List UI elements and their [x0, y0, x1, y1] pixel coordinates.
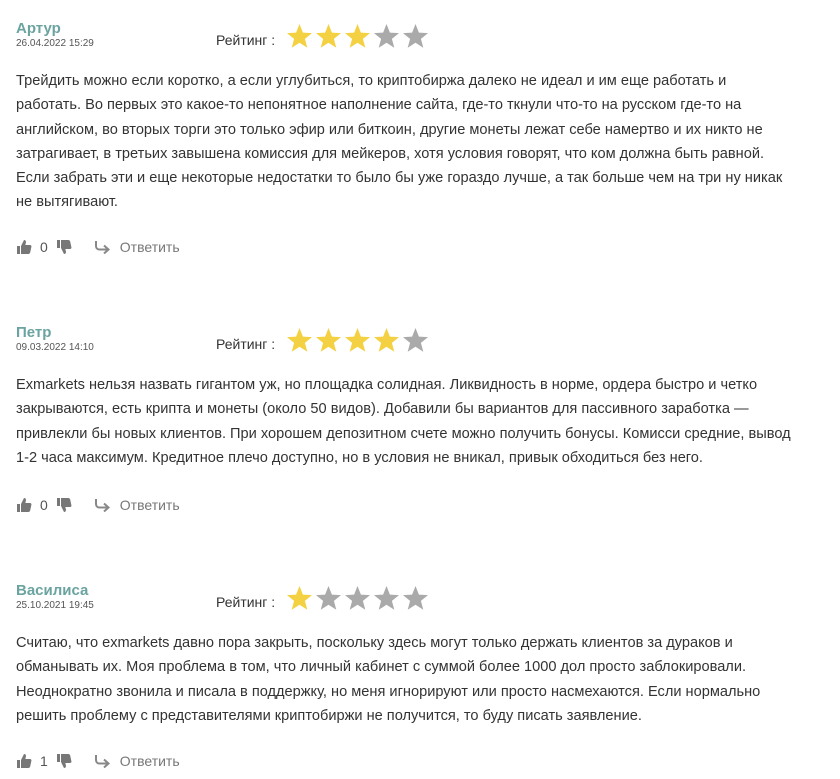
- review-date: 09.03.2022 14:10: [16, 342, 94, 353]
- like-count: 0: [40, 497, 48, 513]
- review-actions: 0 Ответить: [16, 495, 180, 515]
- thumbs-down-icon[interactable]: [56, 239, 72, 255]
- star-icon: [285, 584, 314, 614]
- star-icon: [285, 326, 314, 356]
- rating-label: Рейтинг :: [216, 336, 276, 352]
- review-text-line: Если забрать эти и еще некоторые недоста…: [16, 170, 783, 187]
- review-author: Петр: [16, 324, 52, 341]
- review-text-line: затрагивает, в третьих завышена комиссия…: [16, 145, 765, 162]
- star-icon: [401, 326, 430, 356]
- review-date: 25.10.2021 19:45: [16, 600, 94, 611]
- reply-button[interactable]: Ответить: [94, 753, 180, 769]
- star-icon: [401, 584, 430, 614]
- review-text-line: работать. Во первых это какое-то непонят…: [16, 97, 742, 114]
- reply-button[interactable]: Ответить: [94, 239, 180, 255]
- review-text-line: английском, во вторых торги это только э…: [16, 121, 763, 138]
- star-icon: [372, 584, 401, 614]
- review-text-line: закрываются, есть крипта и монеты (около…: [16, 401, 749, 418]
- review-text-line: обманывать их. Моя проблема в том, что л…: [16, 659, 747, 676]
- review-author: Василиса: [16, 582, 89, 599]
- rating-stars: [285, 326, 430, 358]
- review: Артур 26.04.2022 15:29 Рейтинг : Трейдит…: [16, 20, 832, 255]
- thumbs-up-icon[interactable]: [16, 753, 32, 769]
- review-header: Василиса 25.10.2021 19:45 Рейтинг :: [16, 582, 832, 622]
- thumbs-up-icon[interactable]: [16, 239, 32, 255]
- review-text-line: Трейдить можно если коротко, а если углу…: [16, 73, 727, 89]
- review: Петр 09.03.2022 14:10 Рейтинг : Exmarket…: [16, 324, 832, 513]
- reply-arrow-icon: [94, 240, 112, 255]
- star-icon: [285, 22, 314, 52]
- review-header: Артур 26.04.2022 15:29 Рейтинг :: [16, 20, 832, 60]
- rating-stars: [285, 584, 430, 616]
- star-icon: [343, 584, 372, 614]
- reply-arrow-icon: [94, 754, 112, 769]
- review-text: Трейдить можно если коротко, а если углу…: [16, 69, 832, 215]
- star-icon: [343, 22, 372, 52]
- review-actions: 0 Ответить: [16, 237, 180, 257]
- review-text: Считаю, что exmarkets давно пора закрыть…: [16, 631, 832, 728]
- review-text-line: Exmarkets нельзя назвать гигантом уж, но…: [16, 377, 758, 393]
- review-text-line: Неоднократно звонила и писала в поддержк…: [16, 683, 761, 700]
- thumbs-up-icon[interactable]: [16, 497, 32, 513]
- review-text: Exmarkets нельзя назвать гигантом уж, но…: [16, 373, 832, 470]
- star-icon: [314, 326, 343, 356]
- review-author: Артур: [16, 20, 61, 37]
- rating-label: Рейтинг :: [216, 594, 276, 610]
- star-icon: [343, 326, 372, 356]
- review-text-line: 1-2 часа максимум. Кредитное плечо досту…: [16, 449, 703, 466]
- review-text-line: Считаю, что exmarkets давно пора закрыть…: [16, 635, 733, 651]
- star-icon: [372, 22, 401, 52]
- review-header: Петр 09.03.2022 14:10 Рейтинг :: [16, 324, 832, 364]
- rating-label: Рейтинг :: [216, 32, 276, 48]
- thumbs-down-icon[interactable]: [56, 497, 72, 513]
- review-actions: 1 Ответить: [16, 751, 180, 771]
- review: Василиса 25.10.2021 19:45 Рейтинг : Счит…: [16, 582, 832, 769]
- review-text-line: привлекли бы новых клиентов. При хорошем…: [16, 425, 791, 442]
- reply-arrow-icon: [94, 498, 112, 513]
- like-count: 1: [40, 753, 48, 769]
- review-text-line: решить проблему с представителями крипто…: [16, 707, 642, 724]
- star-icon: [401, 22, 430, 52]
- review-text-line: не вытягивают.: [16, 194, 118, 211]
- review-date: 26.04.2022 15:29: [16, 38, 94, 49]
- star-icon: [314, 22, 343, 52]
- star-icon: [372, 326, 401, 356]
- thumbs-down-icon[interactable]: [56, 753, 72, 769]
- reply-label: Ответить: [119, 239, 180, 255]
- reply-button[interactable]: Ответить: [94, 497, 180, 513]
- rating-stars: [285, 22, 430, 54]
- star-icon: [314, 584, 343, 614]
- reply-label: Ответить: [119, 497, 180, 513]
- like-count: 0: [40, 239, 48, 255]
- reply-label: Ответить: [119, 753, 180, 769]
